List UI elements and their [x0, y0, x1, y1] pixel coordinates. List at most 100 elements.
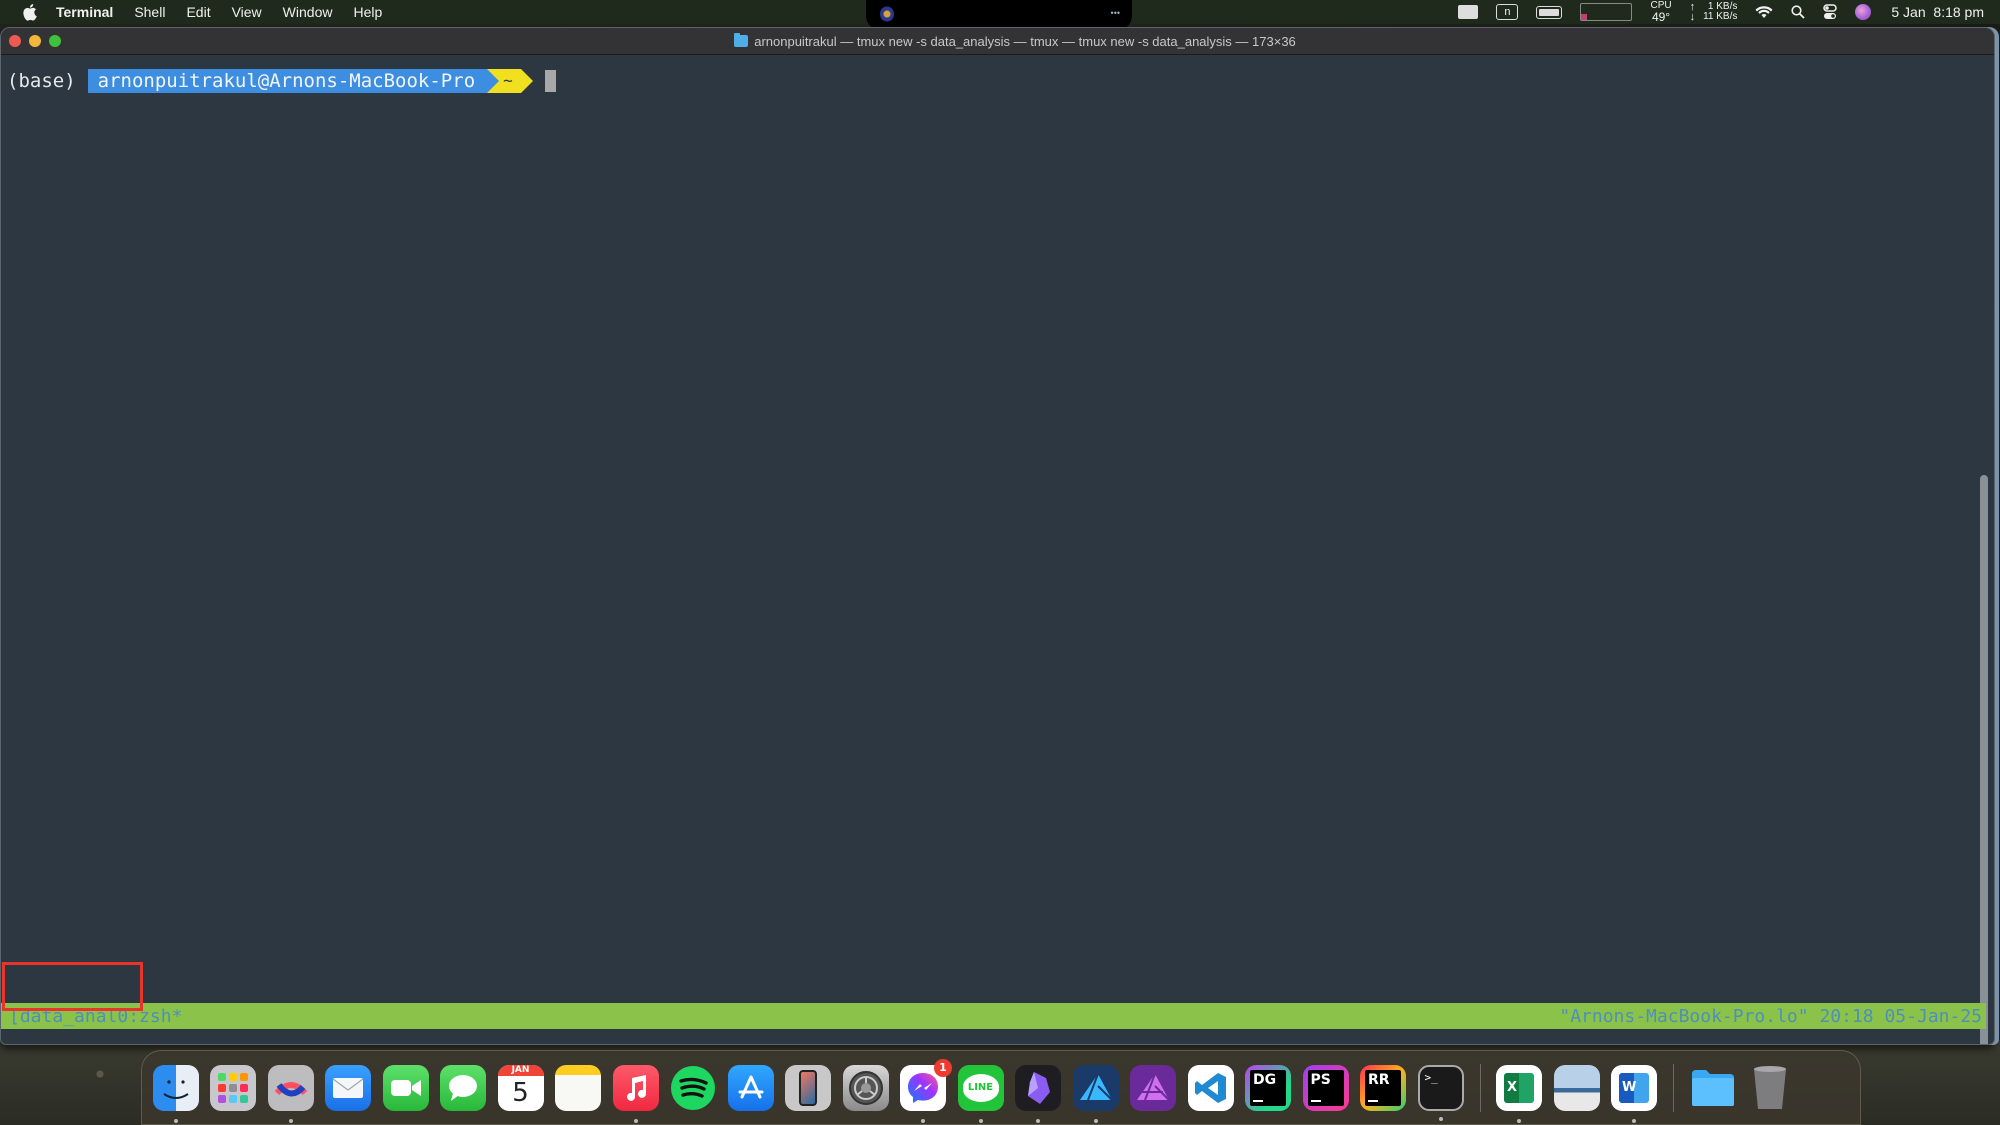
excel-label: X [1504, 1072, 1534, 1103]
dock-separator [1673, 1063, 1674, 1112]
running-indicator [1517, 1118, 1521, 1123]
notch-app-icon [880, 6, 894, 22]
dock-calendar-icon[interactable]: JAN 5 [497, 1064, 544, 1111]
dock-preview-icon[interactable] [1553, 1064, 1600, 1111]
shell-prompt: (base) arnonpuitrakul@Arnons-MacBook-Pro… [7, 69, 556, 93]
dock-affinity-photo-icon[interactable] [1130, 1064, 1176, 1111]
network-arrows-icon: ↑ ↓ [1689, 1, 1696, 23]
datagrip-label: DG [1250, 1069, 1286, 1106]
dock-downloads-folder-icon[interactable] [1690, 1065, 1736, 1111]
battery-icon[interactable] [1536, 5, 1563, 19]
dock-system-settings-icon[interactable] [842, 1064, 889, 1111]
camera-notch: ••• [866, 0, 1132, 30]
wifi-icon[interactable] [1755, 5, 1773, 19]
control-center-icon[interactable] [1823, 4, 1838, 20]
running-indicator [1632, 1118, 1636, 1123]
dock-excel-icon[interactable]: X [1496, 1064, 1542, 1123]
dock-finder-icon[interactable] [152, 1064, 199, 1123]
prompt-cwd: ~ [499, 69, 521, 93]
dock-app-store-icon[interactable] [727, 1064, 774, 1111]
calendar-day: 5 [512, 1077, 529, 1108]
word-label: W [1619, 1072, 1649, 1103]
tmux-session-name[interactable]: [data_anal0 [9, 1006, 128, 1027]
dock-facetime-icon[interactable] [382, 1064, 429, 1111]
tmux-status-right: "Arnons-MacBook-Pro.lo" 20:18 05-Jan-25 [1559, 1005, 1982, 1027]
menu-app-terminal[interactable]: Terminal [56, 0, 113, 24]
cpu-temp-widget[interactable]: CPU 49° [1650, 1, 1671, 24]
text-cursor [544, 70, 556, 92]
menu-window[interactable]: Window [283, 0, 333, 24]
terminal-window: arnonpuitrakul — tmux new -s data_analys… [0, 27, 1995, 1045]
menu-bar-clock[interactable]: 5 Jan 8:18 pm [1891, 4, 1984, 20]
running-indicator [1438, 1116, 1443, 1121]
window-title: arnonpuitrakul — tmux new -s data_analys… [734, 33, 1296, 49]
terminal-content[interactable]: (base) arnonpuitrakul@Arnons-MacBook-Pro… [1, 55, 1994, 1044]
siri-icon[interactable] [1855, 4, 1872, 20]
window-controls [9, 35, 61, 47]
running-indicator [978, 1118, 983, 1123]
dock-arc-browser-icon[interactable] [267, 1064, 314, 1123]
running-indicator [633, 1118, 638, 1123]
dock-iphone-mirroring-icon[interactable] [785, 1064, 831, 1111]
dock-obsidian-icon[interactable] [1015, 1064, 1061, 1123]
apple-menu-icon[interactable] [20, 3, 38, 21]
terminal-prompt-glyph: >_ [1424, 1070, 1438, 1084]
running-indicator [1036, 1118, 1040, 1123]
dock-messages-icon[interactable] [440, 1064, 486, 1111]
dock-mail-icon[interactable] [325, 1064, 371, 1111]
dock-datagrip-icon[interactable]: DG [1245, 1064, 1291, 1111]
notch-indicator-icon: ••• [1110, 8, 1120, 18]
tmux-status-bar: [data_anal0:zsh* "Arnons-MacBook-Pro.lo"… [1, 1003, 1986, 1029]
close-window-button[interactable] [9, 35, 21, 47]
dock-phpstorm-icon[interactable]: PS [1302, 1064, 1349, 1111]
keyboard-icon[interactable] [1458, 5, 1479, 19]
dock-messenger-icon[interactable]: 1 [900, 1058, 952, 1123]
menu-bar-status-area: n CPU 49° ↑ ↓ 1 KB/s 11 KB/s 5 Jan 8:18 p… [1440, 0, 1984, 24]
spotlight-search-icon[interactable] [1791, 5, 1806, 19]
dock-trash-icon[interactable] [1747, 1065, 1793, 1111]
prompt-user-host: arnonpuitrakul@Arnons-MacBook-Pro [87, 69, 488, 93]
running-indicator [921, 1118, 925, 1123]
clock-time: 8:18 pm [1933, 4, 1984, 20]
activity-graph-icon[interactable] [1580, 3, 1633, 21]
folder-icon [734, 33, 749, 47]
running-indicator [288, 1118, 293, 1123]
clock-date: 5 Jan [1891, 4, 1926, 20]
minimize-window-button[interactable] [29, 35, 41, 47]
rustrover-label: RR [1365, 1069, 1401, 1106]
window-title-text: arnonpuitrakul — tmux new -s data_analys… [754, 33, 1296, 49]
dock-vscode-icon[interactable] [1187, 1064, 1234, 1111]
dock-rustrover-icon[interactable]: RR [1360, 1064, 1406, 1111]
menu-help[interactable]: Help [353, 0, 382, 24]
dock-word-icon[interactable]: W [1611, 1064, 1657, 1123]
menu-edit[interactable]: Edit [186, 0, 210, 24]
running-indicator [1093, 1118, 1098, 1123]
menu-shell[interactable]: Shell [134, 0, 165, 24]
dock-music-icon[interactable] [612, 1064, 659, 1123]
window-titlebar[interactable]: arnonpuitrakul — tmux new -s data_analys… [1, 28, 1994, 55]
dock-terminal-icon[interactable]: >_ [1417, 1064, 1464, 1121]
vertical-scrollbar[interactable] [1980, 475, 1988, 1044]
dock-separator [1479, 1063, 1481, 1112]
tmux-window-name[interactable]: :zsh* [128, 1006, 182, 1027]
calendar-month: JAN [497, 1064, 544, 1076]
dock-affinity-designer-icon[interactable] [1072, 1064, 1119, 1123]
prompt-end-arrow [520, 69, 533, 93]
line-label: LINE [962, 1073, 999, 1102]
dock-spotify-icon[interactable] [670, 1065, 716, 1111]
dock-notes-icon[interactable] [555, 1064, 601, 1111]
dock: JAN 5 1 LINE DG PS RR >_ X W [141, 1050, 1861, 1125]
conda-env-label: (base) [7, 70, 76, 92]
phpstorm-label: PS [1307, 1069, 1344, 1106]
network-speed-widget[interactable]: 1 KB/s 11 KB/s [1703, 2, 1737, 22]
menu-view[interactable]: View [232, 0, 262, 24]
prompt-separator-arrow [487, 69, 500, 93]
running-indicator [173, 1118, 178, 1123]
dock-line-icon[interactable]: LINE [957, 1064, 1004, 1123]
cpu-temp: 49° [1651, 10, 1671, 24]
net-down: 11 KB/s [1703, 11, 1738, 22]
input-source-icon[interactable]: n [1496, 4, 1519, 20]
zoom-window-button[interactable] [49, 35, 61, 47]
notification-badge: 1 [934, 1058, 952, 1077]
dock-launchpad-icon[interactable] [210, 1064, 256, 1111]
